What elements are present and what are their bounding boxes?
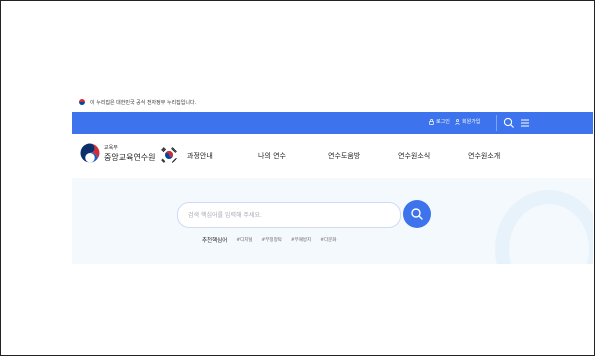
login-label: 로그인 bbox=[436, 119, 450, 125]
utility-bar: 로그인 회원가입 bbox=[72, 112, 593, 134]
keyword-tag[interactable]: #부정청탁 bbox=[262, 237, 282, 243]
government-emblem-icon bbox=[80, 143, 100, 163]
nav-item-about[interactable]: 연수원소개 bbox=[468, 151, 500, 161]
keyword-tag[interactable]: #부패방지 bbox=[291, 237, 311, 243]
decorative-arc bbox=[495, 190, 593, 264]
search-icon[interactable] bbox=[502, 116, 516, 130]
search-button[interactable] bbox=[403, 200, 431, 228]
nav-item-courses[interactable]: 과정안내 bbox=[187, 151, 213, 161]
recommended-keywords: 추천핵심어 #디지털 #부정청탁 #부패방지 #다문화 bbox=[202, 236, 336, 244]
taegukgi-icon bbox=[78, 99, 86, 105]
taegukgi-flag-icon bbox=[160, 146, 178, 164]
person-icon bbox=[455, 118, 460, 125]
gov-banner-text: 이 누리집은 대한민국 공식 전자정부 누리집입니다. bbox=[90, 99, 197, 106]
lock-icon bbox=[429, 118, 434, 125]
search-box bbox=[177, 202, 401, 228]
logo-ministry: 교육부 bbox=[104, 144, 118, 151]
utility-divider bbox=[496, 115, 497, 131]
signup-label: 회원가입 bbox=[462, 119, 481, 125]
search-section: 추천핵심어 #디지털 #부정청탁 #부패방지 #다문화 bbox=[72, 178, 593, 264]
logo-name: 중앙교육연수원 bbox=[104, 152, 156, 162]
gov-banner: 이 누리집은 대한민국 공식 전자정부 누리집입니다. bbox=[78, 97, 196, 107]
nav-item-my-training[interactable]: 나의 연수 bbox=[258, 151, 286, 161]
login-link[interactable]: 로그인 bbox=[429, 118, 450, 125]
nav-item-news[interactable]: 연수원소식 bbox=[398, 151, 430, 161]
menu-icon[interactable] bbox=[520, 117, 530, 129]
logo-text: 교육부 중앙교육연수원 bbox=[104, 144, 156, 163]
signup-link[interactable]: 회원가입 bbox=[455, 118, 480, 125]
site-logo[interactable]: 교육부 중앙교육연수원 bbox=[80, 143, 156, 163]
search-input[interactable] bbox=[188, 203, 378, 227]
keyword-tag[interactable]: #다문화 bbox=[320, 237, 336, 243]
nav-item-help[interactable]: 연수도움방 bbox=[328, 151, 360, 161]
search-icon bbox=[411, 208, 423, 220]
keyword-tag[interactable]: #디지털 bbox=[236, 237, 252, 243]
recommended-keywords-label: 추천핵심어 bbox=[202, 238, 228, 244]
